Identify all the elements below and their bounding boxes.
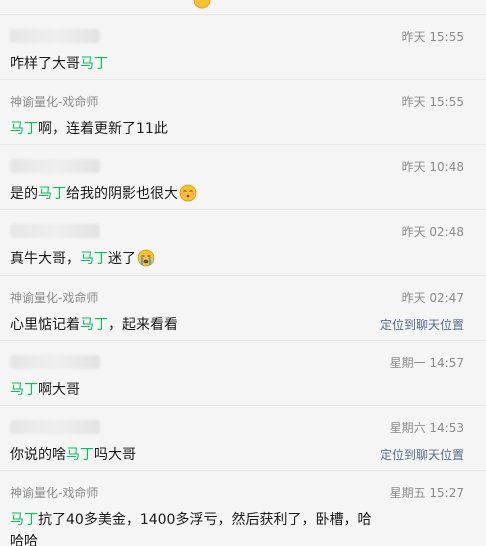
locate-in-chat-link[interactable]: 定位到聊天位置 [380,444,464,466]
message-text: 是的马丁给我的阴影也很大 [10,183,464,205]
locate-in-chat-link[interactable]: 定位到聊天位置 [380,314,464,336]
message-header: 神谕量化-戏命师 昨天 02:47 [10,288,464,306]
message-row[interactable]: 昨天 02:48 真牛大哥，马丁迷了 [0,210,486,276]
message-row[interactable]: 星期六 14:53 你说的啥马丁吗大哥 定位到聊天位置 [0,406,486,471]
text-segment: 咋样了大哥 [10,56,80,72]
message-header: 昨天 02:48 [10,222,464,240]
message-time: 昨天 10:48 [401,159,464,174]
text-segment: 啊大哥 [38,382,80,398]
sender-name: 神谕量化-戏命师 [10,290,99,305]
message-row[interactable] [0,0,486,15]
scrollbar[interactable] [480,0,486,546]
keyword-highlight: 马丁 [10,512,38,528]
message-header: 神谕量化-戏命师 星期五 15:27 [10,483,464,501]
sender-name-redacted [10,159,100,173]
text-segment: 吗大哥 [94,447,136,463]
message-time: 昨天 15:55 [401,94,464,109]
message-header: 神谕量化-戏命师 昨天 15:55 [10,92,464,110]
sender-name: 神谕量化-戏命师 [10,94,99,109]
text-segment: 抗了40多美金，1400多浮亏，然后获利了，卧槽，哈哈哈 [10,512,372,546]
sender-name-redacted [10,29,100,43]
message-row[interactable]: 神谕量化-戏命师 昨天 15:55 马丁啊，连着更新了11此 [0,80,486,145]
sender-name: 神谕量化-戏命师 [10,485,99,500]
message-row[interactable]: 星期一 14:57 马丁啊大哥 [0,341,486,406]
message-row[interactable]: 神谕量化-戏命师 星期五 15:27 马丁抗了40多美金，1400多浮亏，然后获… [0,471,486,546]
message-time: 星期一 14:57 [389,355,464,370]
message-header: 昨天 15:55 [10,27,464,45]
message-text: 马丁啊，连着更新了11此 [10,118,464,140]
sender-name-redacted [10,420,100,434]
text-segment: 啊，连着更新了11此 [38,121,168,137]
sender-name-redacted [10,224,100,238]
message-text: 马丁抗了40多美金，1400多浮亏，然后获利了，卧槽，哈哈哈 [10,509,381,546]
emoji-icon [193,0,211,9]
text-segment: 心里惦记着 [10,317,80,333]
message-time: 星期五 15:27 [389,485,464,500]
text-segment: 给我的阴影也很大 [66,186,178,202]
text-segment: 你说的啥 [10,447,66,463]
message-text: 咋样了大哥马丁 [10,53,464,75]
text-segment: 是的 [10,186,38,202]
keyword-highlight: 马丁 [10,121,38,137]
message-header: 昨天 10:48 [10,157,464,175]
text-segment: 迷了 [108,251,136,267]
kissing-face-emoji-icon [179,184,197,202]
keyword-highlight: 马丁 [80,317,108,333]
message-row[interactable]: 昨天 15:55 咋样了大哥马丁 [0,15,486,80]
text-segment: 真牛大哥， [10,251,80,267]
message-header: 星期一 14:57 [10,353,464,371]
message-time: 昨天 02:48 [401,224,464,239]
sender-name-redacted [10,355,100,369]
message-text: 马丁啊大哥 [10,379,464,401]
message-row[interactable]: 昨天 10:48 是的马丁给我的阴影也很大 [0,145,486,210]
keyword-highlight: 马丁 [10,382,38,398]
keyword-highlight: 马丁 [66,447,94,463]
message-text: 真牛大哥，马丁迷了 [10,248,464,270]
search-results-list: 昨天 15:55 咋样了大哥马丁 神谕量化-戏命师 昨天 15:55 马丁啊，连… [0,0,486,546]
message-row[interactable]: 神谕量化-戏命师 昨天 02:47 心里惦记着马丁，起来看看 定位到聊天位置 [0,276,486,341]
keyword-highlight: 马丁 [80,251,108,267]
keyword-highlight: 马丁 [38,186,66,202]
keyword-highlight: 马丁 [80,56,108,72]
message-time: 星期六 14:53 [389,420,464,435]
message-header: 星期六 14:53 [10,418,464,436]
crying-face-emoji-icon [137,249,155,267]
message-time: 昨天 15:55 [401,29,464,44]
text-segment: ，起来看看 [108,317,178,333]
message-time: 昨天 02:47 [401,290,464,305]
